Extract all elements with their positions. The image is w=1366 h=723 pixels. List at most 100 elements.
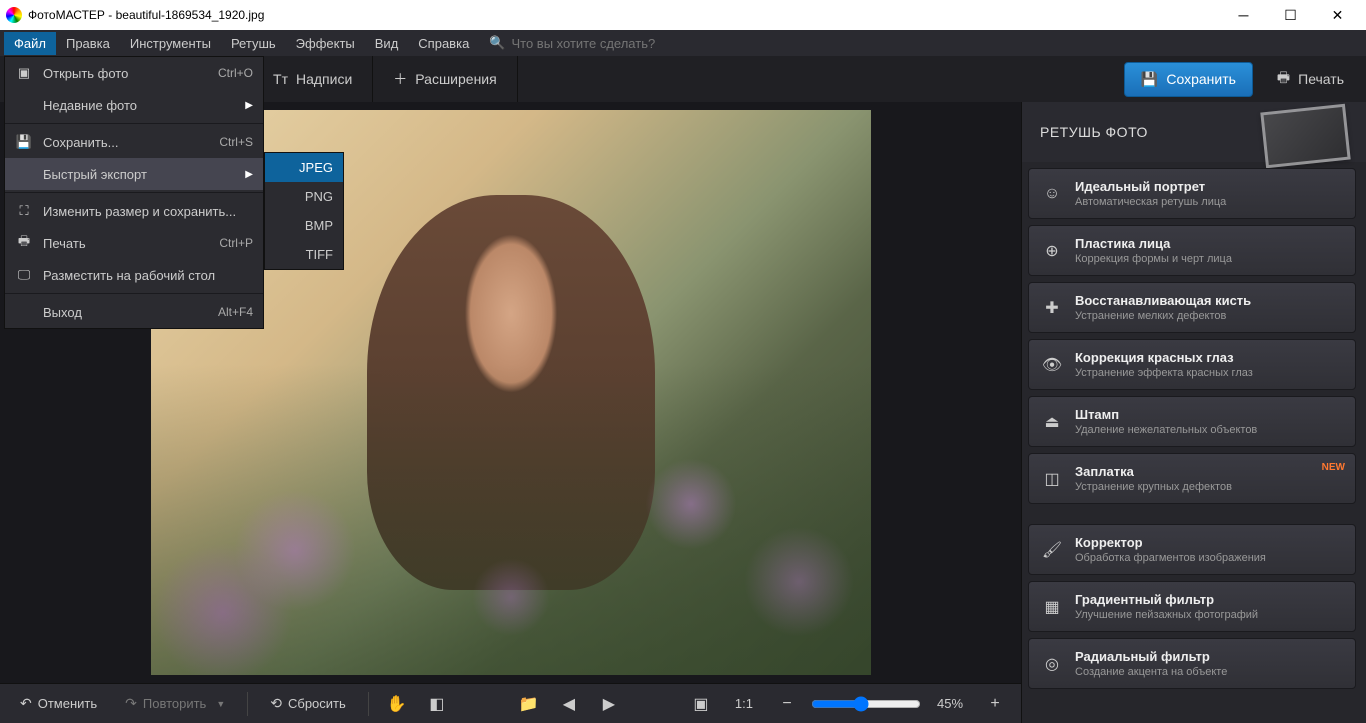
fit-icon: ▣ xyxy=(693,694,708,714)
redo-button[interactable]: ↷ Повторить ▼ xyxy=(115,689,235,718)
menu-retouch[interactable]: Ретушь xyxy=(221,32,286,55)
eye-icon: 👁 xyxy=(1041,354,1063,376)
menu-tools[interactable]: Инструменты xyxy=(120,32,221,55)
menu-quick-export[interactable]: Быстрый экспорт ▶ xyxy=(5,158,263,190)
tab-extensions[interactable]: ＋ Расширения xyxy=(373,56,517,102)
tool-corrector[interactable]: 🖌 Корректор Обработка фрагментов изображ… xyxy=(1028,524,1356,575)
export-bmp[interactable]: BMP xyxy=(265,211,343,240)
save-button[interactable]: 💾 Сохранить xyxy=(1124,62,1253,97)
window-title: ФотоМАСТЕР - beautiful-1869534_1920.jpg xyxy=(28,8,1221,22)
menu-exit[interactable]: Выход Alt+F4 xyxy=(5,296,263,328)
menu-help[interactable]: Справка xyxy=(408,32,479,55)
print-icon: 🖶 xyxy=(1277,67,1290,91)
tab-captions[interactable]: Tᴛ Надписи xyxy=(253,56,373,102)
tool-stamp[interactable]: ⏏ Штамп Удаление нежелательных объектов xyxy=(1028,396,1356,447)
close-button[interactable]: ✕ xyxy=(1315,0,1360,30)
chevron-right-icon: ▶ xyxy=(603,694,615,714)
folder-button[interactable]: 📁 xyxy=(513,688,545,720)
reset-button[interactable]: ⟲ Сбросить xyxy=(260,689,356,718)
prev-button[interactable]: ◀ xyxy=(553,688,585,720)
radial-icon: ◎ xyxy=(1041,653,1063,675)
tool-radial-filter[interactable]: ◎ Радиальный фильтр Создание акцента на … xyxy=(1028,638,1356,689)
export-tiff[interactable]: TIFF xyxy=(265,240,343,269)
reset-icon: ⟲ xyxy=(270,695,282,712)
menu-separator xyxy=(5,192,263,193)
text-icon: Tᴛ xyxy=(273,71,288,87)
compare-icon: ◧ xyxy=(429,694,444,714)
menu-edit[interactable]: Правка xyxy=(56,32,120,55)
heal-icon: ✚ xyxy=(1041,297,1063,319)
redo-icon: ↷ xyxy=(125,695,137,712)
app-name: ФотоМАСТЕР xyxy=(28,8,105,22)
search-input[interactable] xyxy=(511,36,711,51)
compare-button[interactable]: ◧ xyxy=(421,688,453,720)
plastic-icon: ⊕ xyxy=(1041,240,1063,262)
print-icon: 🖶 xyxy=(15,234,33,252)
corrector-icon: 🖌 xyxy=(1041,539,1063,561)
hand-icon: ✋ xyxy=(387,694,407,714)
chevron-left-icon: ◀ xyxy=(563,694,575,714)
plus-icon: ＋ xyxy=(393,69,407,89)
minimize-button[interactable]: ─ xyxy=(1221,0,1266,30)
zoom-slider[interactable] xyxy=(811,696,921,712)
save-icon: 💾 xyxy=(1141,71,1158,88)
titlebar: ФотоМАСТЕР - beautiful-1869534_1920.jpg … xyxy=(0,0,1366,30)
undo-button[interactable]: ↶ Отменить xyxy=(10,689,107,718)
undo-icon: ↶ xyxy=(20,695,32,712)
zoom-out-button[interactable]: − xyxy=(771,688,803,720)
folder-icon: 📁 xyxy=(519,694,539,714)
zoom-level: 45% xyxy=(929,696,971,711)
tool-face-plastic[interactable]: ⊕ Пластика лица Коррекция формы и черт л… xyxy=(1028,225,1356,276)
tool-red-eye[interactable]: 👁 Коррекция красных глаз Устранение эффе… xyxy=(1028,339,1356,390)
panel-thumbnail xyxy=(1260,104,1350,169)
menu-view[interactable]: Вид xyxy=(365,32,409,55)
menu-separator xyxy=(5,123,263,124)
print-button[interactable]: 🖶 Печать xyxy=(1263,59,1358,99)
plus-icon: + xyxy=(990,695,999,713)
resize-icon: ⛶ xyxy=(15,202,33,220)
bottombar: ↶ Отменить ↷ Повторить ▼ ⟲ Сбросить ✋ ◧ … xyxy=(0,683,1021,723)
gradient-icon: ▦ xyxy=(1041,596,1063,618)
tool-healing-brush[interactable]: ✚ Восстанавливающая кисть Устранение мел… xyxy=(1028,282,1356,333)
next-button[interactable]: ▶ xyxy=(593,688,625,720)
menu-recent-photos[interactable]: Недавние фото ▶ xyxy=(5,89,263,121)
menu-save[interactable]: 💾 Сохранить... Ctrl+S xyxy=(5,126,263,158)
export-jpeg[interactable]: JPEG xyxy=(265,153,343,182)
panel-title: РЕТУШЬ ФОТО xyxy=(1040,124,1148,140)
menu-effects[interactable]: Эффекты xyxy=(286,32,365,55)
zoom-1to1-button[interactable]: 1:1 xyxy=(725,690,763,717)
menubar: Файл Правка Инструменты Ретушь Эффекты В… xyxy=(0,30,1366,56)
minus-icon: − xyxy=(782,695,791,713)
menu-file[interactable]: Файл xyxy=(4,32,56,55)
fit-button[interactable]: ▣ xyxy=(685,688,717,720)
right-panel: РЕТУШЬ ФОТО ☺ Идеальный портрет Автомати… xyxy=(1021,102,1366,723)
export-png[interactable]: PNG xyxy=(265,182,343,211)
menu-print[interactable]: 🖶 Печать Ctrl+P xyxy=(5,227,263,259)
file-name: beautiful-1869534_1920.jpg xyxy=(116,8,265,22)
new-badge: NEW xyxy=(1322,462,1345,473)
app-logo-icon xyxy=(6,7,22,23)
patch-icon: ◫ xyxy=(1041,468,1063,490)
menu-separator xyxy=(5,293,263,294)
zoom-in-button[interactable]: + xyxy=(979,688,1011,720)
export-submenu: JPEG PNG BMP TIFF xyxy=(264,152,344,270)
portrait-icon: ☺ xyxy=(1041,183,1063,205)
save-icon: 💾 xyxy=(15,133,33,151)
maximize-button[interactable]: ☐ xyxy=(1268,0,1313,30)
hand-tool-button[interactable]: ✋ xyxy=(381,688,413,720)
stamp-icon: ⏏ xyxy=(1041,411,1063,433)
tool-ideal-portrait[interactable]: ☺ Идеальный портрет Автоматическая ретуш… xyxy=(1028,168,1356,219)
menu-resize-save[interactable]: ⛶ Изменить размер и сохранить... xyxy=(5,195,263,227)
tool-patch[interactable]: ◫ Заплатка Устранение крупных дефектов N… xyxy=(1028,453,1356,504)
panel-header: РЕТУШЬ ФОТО xyxy=(1022,102,1366,162)
folder-icon: ▣ xyxy=(15,64,33,82)
menu-open-photo[interactable]: ▣ Открыть фото Ctrl+O xyxy=(5,57,263,89)
chevron-right-icon: ▶ xyxy=(245,169,253,180)
file-menu-dropdown: ▣ Открыть фото Ctrl+O Недавние фото ▶ 💾 … xyxy=(4,56,264,329)
search-icon: 🔍 xyxy=(489,35,505,51)
tool-gradient-filter[interactable]: ▦ Градиентный фильтр Улучшение пейзажных… xyxy=(1028,581,1356,632)
menu-set-desktop[interactable]: 🖵 Разместить на рабочий стол xyxy=(5,259,263,291)
panel-scroll[interactable]: ☺ Идеальный портрет Автоматическая ретуш… xyxy=(1022,162,1366,723)
chevron-down-icon: ▼ xyxy=(216,699,225,709)
chevron-right-icon: ▶ xyxy=(245,100,253,111)
